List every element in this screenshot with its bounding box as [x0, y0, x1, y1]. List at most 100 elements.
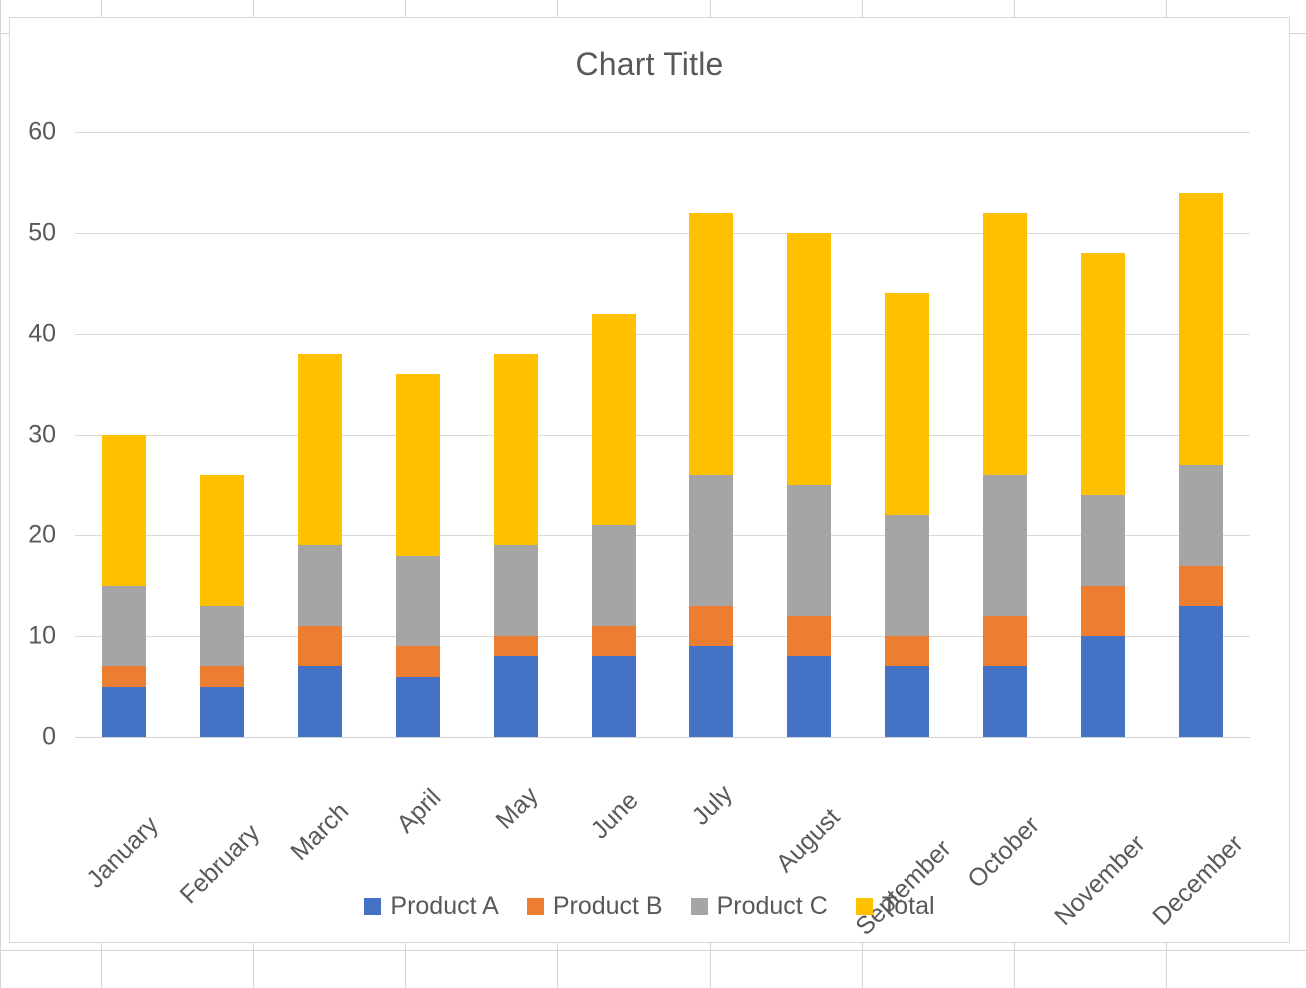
y-axis-tick-label: 40 — [28, 319, 56, 348]
bar-segment[interactable] — [101, 666, 146, 687]
y-axis-tick-label: 10 — [28, 621, 56, 650]
bar-segment[interactable] — [689, 474, 734, 606]
legend-item[interactable]: Product C — [690, 892, 828, 921]
bar-slot — [1152, 132, 1250, 737]
legend-item[interactable]: Total — [855, 892, 935, 921]
bar-slot — [565, 132, 663, 737]
bar-segment[interactable] — [297, 666, 342, 737]
x-axis-label-slot: January — [75, 740, 173, 894]
bar-segment[interactable] — [101, 686, 146, 737]
x-axis-labels: January February March April May June July Augu… — [75, 740, 1250, 940]
legend-label: Product B — [552, 892, 663, 920]
stacked-bar[interactable] — [101, 434, 146, 737]
bar-slot — [75, 132, 173, 737]
bar-segment[interactable] — [689, 646, 734, 737]
bar-segment[interactable] — [395, 555, 440, 647]
x-axis-tick-label-text: January — [81, 810, 164, 894]
bar-segment[interactable] — [983, 666, 1028, 737]
bar-segment[interactable] — [983, 616, 1028, 667]
bar-segment[interactable] — [101, 585, 146, 667]
bar-segment[interactable] — [493, 636, 538, 657]
bar-segment[interactable] — [297, 626, 342, 667]
x-axis-tick-label-text: March — [285, 797, 354, 867]
bar-segment[interactable] — [1179, 192, 1224, 465]
bar-segment[interactable] — [395, 374, 440, 556]
bar-segment[interactable] — [591, 525, 636, 627]
bar-segment[interactable] — [101, 434, 146, 586]
bar-segment[interactable] — [787, 656, 832, 737]
legend-item[interactable]: Product B — [526, 892, 663, 921]
bar-segment[interactable] — [1179, 464, 1224, 566]
bar-slot — [956, 132, 1054, 737]
bar-segment[interactable] — [591, 626, 636, 657]
stacked-bar[interactable] — [1081, 253, 1126, 737]
bar-segment[interactable] — [493, 656, 538, 737]
bar-segment[interactable] — [885, 636, 930, 667]
chart-object[interactable]: Chart Title 0 10 20 30 40 50 60 January Februar… — [9, 17, 1290, 943]
bar-slot — [467, 132, 565, 737]
bar-slot — [173, 132, 271, 737]
stacked-bar[interactable] — [395, 374, 440, 737]
x-axis-tick-label-text: July — [687, 779, 739, 831]
bar-segment[interactable] — [493, 545, 538, 637]
bar-segment[interactable] — [787, 232, 832, 485]
sheet-column-divider — [0, 0, 1, 988]
x-axis-label-slot: October — [956, 740, 1054, 894]
bar-segment[interactable] — [591, 313, 636, 526]
bar-segment[interactable] — [1179, 605, 1224, 737]
bar-segment[interactable] — [983, 474, 1028, 617]
bar-segment[interactable] — [983, 212, 1028, 475]
bar-segment[interactable] — [1081, 495, 1126, 586]
bar-segment[interactable] — [199, 666, 244, 687]
plot-area: 0 10 20 30 40 50 60 — [28, 118, 1250, 751]
bar-segment[interactable] — [297, 353, 342, 546]
y-axis-tick-label: 0 — [42, 722, 56, 751]
bar-segment[interactable] — [395, 676, 440, 737]
bar-segment[interactable] — [199, 474, 244, 606]
x-axis-label-slot: December — [1147, 740, 1250, 931]
stacked-bar[interactable] — [297, 353, 342, 737]
bar-segment[interactable] — [787, 616, 832, 657]
legend-item[interactable]: Product A — [364, 892, 499, 921]
stacked-bar[interactable] — [787, 232, 832, 737]
bar-segment[interactable] — [1081, 253, 1126, 496]
bar-segment[interactable] — [199, 605, 244, 667]
x-axis-label-slot: July — [663, 740, 761, 860]
bar-segment[interactable] — [885, 515, 930, 637]
x-axis-label-slot: September — [851, 740, 957, 940]
bar-segment[interactable] — [885, 293, 930, 516]
bar-segment[interactable] — [199, 686, 244, 737]
x-axis-label-slot: May — [467, 740, 565, 860]
stacked-bar[interactable] — [199, 474, 244, 737]
stacked-bar[interactable] — [689, 212, 734, 737]
y-axis-tick-label: 20 — [28, 520, 56, 549]
gridline — [75, 737, 1250, 738]
y-axis-tick-label: 50 — [28, 218, 56, 247]
stacked-bar[interactable] — [983, 212, 1028, 737]
stacked-bar[interactable] — [591, 313, 636, 737]
x-axis-label-slot: February — [173, 740, 271, 910]
bar-segment[interactable] — [591, 656, 636, 737]
bar-slot — [1054, 132, 1152, 737]
bar-segment[interactable] — [1081, 585, 1126, 637]
y-axis-tick-label: 30 — [28, 420, 56, 448]
bars-layer — [75, 132, 1250, 737]
stacked-bar[interactable] — [1179, 192, 1224, 737]
stacked-bar[interactable] — [885, 293, 930, 737]
legend-swatch-icon — [690, 898, 708, 915]
bar-segment[interactable] — [493, 353, 538, 546]
bar-segment[interactable] — [689, 605, 734, 647]
bar-segment[interactable] — [787, 484, 832, 617]
x-axis-tick-label-text: May — [490, 781, 544, 835]
bar-segment[interactable] — [395, 646, 440, 677]
bar-segment[interactable] — [1179, 565, 1224, 606]
chart-title[interactable]: Chart Title — [10, 46, 1289, 83]
bar-slot — [663, 132, 761, 737]
bar-segment[interactable] — [297, 545, 342, 627]
stacked-bar[interactable] — [493, 353, 538, 737]
chart-legend[interactable]: Product A Product B Product C Total — [10, 892, 1289, 921]
x-axis-tick-label-text: April — [391, 783, 447, 839]
bar-segment[interactable] — [689, 212, 734, 475]
bar-segment[interactable] — [1081, 636, 1126, 737]
bar-segment[interactable] — [885, 666, 930, 737]
